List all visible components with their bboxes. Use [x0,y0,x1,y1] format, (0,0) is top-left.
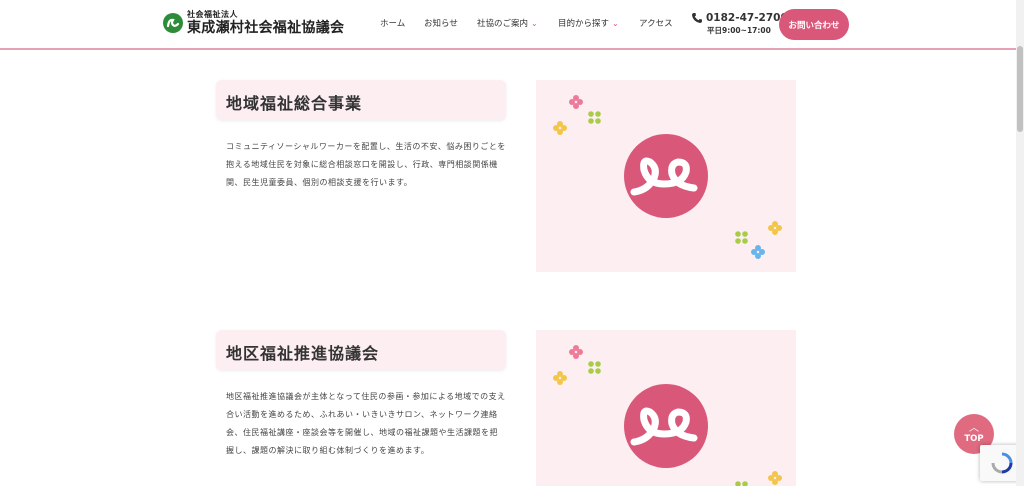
emblem-icon [624,134,708,218]
section-image [536,330,796,486]
contact-button[interactable]: お問い合わせ [779,9,849,40]
logo-subtitle: 社会福祉法人 [187,10,238,19]
page: 社会福祉法人 東成瀬村社会福祉協議会 ホーム お知らせ 社協のご案内 ⌄ 目的か… [0,0,1024,486]
nav-item-news[interactable]: お知らせ [424,17,477,29]
site-header: 社会福祉法人 東成瀬村社会福祉協議会 ホーム お知らせ 社協のご案内 ⌄ 目的か… [0,0,1016,50]
scrollbar-thumb[interactable] [1017,46,1023,132]
site-logo[interactable]: 社会福祉法人 東成瀬村社会福祉協議会 [163,11,344,35]
recaptcha-icon [991,452,1013,474]
section-community-welfare: 地域福祉総合事業 コミュニティソーシャルワーカーを配置し、生活の不安、悩み困りご… [216,80,796,280]
section-description: コミュニティソーシャルワーカーを配置し、生活の不安、悩み困りごとを抱える地域住民… [226,142,506,187]
chevron-down-icon: ⌄ [612,18,619,28]
nav-label: 社協のご案内 [477,19,529,29]
section-title-box: 地域福祉総合事業 [216,80,506,120]
section-title: 地区福祉推進協議会 [226,344,380,363]
nav-item-about[interactable]: 社協のご案内 ⌄ [477,17,558,30]
section-description: 地区福祉推進協議会が主体となって住民の参画・参加による地域での支え合い活動を進め… [226,392,506,455]
main-nav: ホーム お知らせ 社協のご案内 ⌄ 目的から探す ⌄ アクセス [380,17,689,30]
nav-label: お知らせ [424,19,458,29]
section-title-box: 地区福祉推進協議会 [216,330,506,370]
nav-label: アクセス [639,19,673,29]
chevron-down-icon: ⌄ [531,18,538,28]
nav-label: ホーム [380,19,406,29]
emblem-icon [624,384,708,468]
nav-label: 目的から探す [558,19,610,29]
section-district-council: 地区福祉推進協議会 地区福祉推進協議会が主体となって住民の参画・参加による地域で… [216,330,796,486]
office-hours: 平日9:00~17:00 [707,26,771,35]
top-label: TOP [964,433,984,444]
logo-title: 東成瀬村社会福祉協議会 [187,20,345,36]
section-image [536,80,796,272]
phone-icon [692,13,702,23]
logo-mark-icon [163,13,183,33]
nav-item-home[interactable]: ホーム [380,17,424,29]
phone-contact[interactable]: 0182-47-2700 平日9:00~17:00 [691,12,788,36]
nav-item-purpose[interactable]: 目的から探す ⌄ [558,17,639,30]
section-title: 地域福祉総合事業 [226,94,363,113]
page-scrollbar[interactable] [1016,0,1024,486]
phone-number: 0182-47-2700 [706,12,788,24]
nav-item-access[interactable]: アクセス [639,17,689,29]
arrow-up-icon: ︿ [969,422,979,434]
